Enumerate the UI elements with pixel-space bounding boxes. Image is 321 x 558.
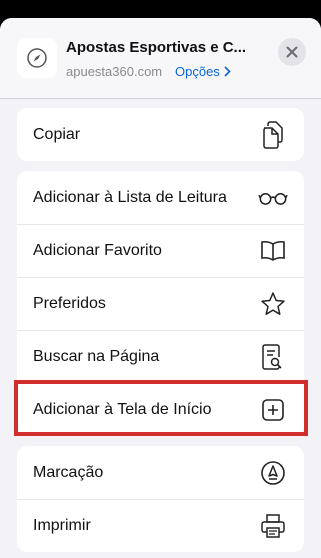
share-sheet: Apostas Esportivas e C... apuesta360.com… [0,18,321,558]
compass-icon [17,38,57,78]
add-square-icon [258,395,288,425]
copy-label: Copiar [33,125,81,143]
action-group-2: Adicionar à Lista de Leitura Adicionar F… [17,171,304,436]
add-to-home-screen-row[interactable]: Adicionar à Tela de Início [17,383,304,436]
markup-label: Marcação [33,463,104,481]
action-group-1: Copiar [17,108,304,161]
book-icon [258,236,288,266]
copy-icon [258,120,288,150]
site-title: Apostas Esportivas e C... [66,39,247,56]
chevron-right-icon [224,66,231,77]
site-url: apuesta360.com [66,64,163,79]
markup-icon [258,458,288,488]
copy-row[interactable]: Copiar [17,108,304,161]
print-row[interactable]: Imprimir [17,499,304,552]
markup-row[interactable]: Marcação [17,446,304,499]
share-sheet-header: Apostas Esportivas e C... apuesta360.com… [0,18,321,99]
find-on-page-row[interactable]: Buscar na Página [17,330,304,383]
find-on-page-label: Buscar na Página [33,348,160,365]
close-icon [286,46,298,58]
add-bookmark-label: Adicionar Favorito [33,242,162,259]
printer-icon [258,511,288,541]
options-link[interactable]: Opções [175,64,231,79]
options-label: Opções [175,64,220,79]
add-reading-list-row[interactable]: Adicionar à Lista de Leitura [17,171,304,224]
add-to-home-screen-label: Adicionar à Tela de Início [33,401,212,418]
favorites-row[interactable]: Preferidos [17,277,304,330]
glasses-icon [258,183,288,213]
star-icon [258,289,288,319]
favorites-label: Preferidos [33,295,106,312]
add-reading-list-label: Adicionar à Lista de Leitura [33,188,227,206]
find-on-page-icon [258,342,288,372]
print-label: Imprimir [33,517,91,534]
add-bookmark-row[interactable]: Adicionar Favorito [17,224,304,277]
action-group-3: Marcação Imprimir [17,446,304,552]
close-button[interactable] [278,38,306,66]
